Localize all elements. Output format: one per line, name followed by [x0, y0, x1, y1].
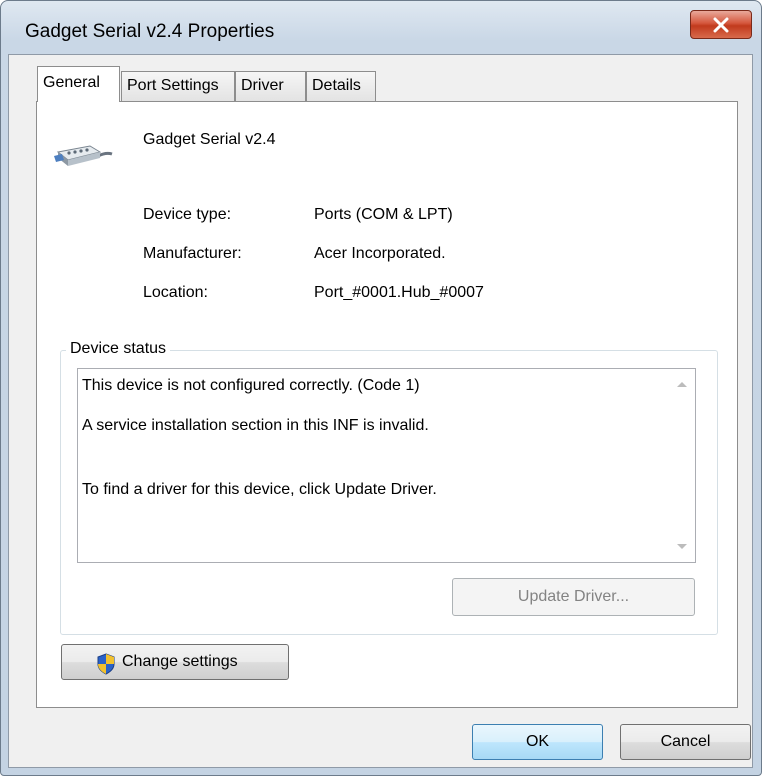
update-driver-label: Update Driver...: [517, 588, 630, 605]
device-type-value: Ports (COM & LPT): [314, 206, 453, 223]
tab-general-label: General: [43, 74, 100, 91]
status-line: This device is not configured correctly.…: [82, 377, 420, 394]
cancel-button[interactable]: Cancel: [620, 724, 751, 760]
tab-port-settings-label: Port Settings: [127, 77, 219, 94]
location-label: Location:: [143, 284, 208, 301]
change-settings-label: Change settings: [122, 653, 238, 670]
tab-port-settings[interactable]: Port Settings: [121, 71, 235, 101]
manufacturer-value: Acer Incorporated.: [314, 245, 446, 262]
scroll-up-icon[interactable]: [677, 382, 687, 387]
device-name: Gadget Serial v2.4: [143, 131, 276, 148]
location-value: Port_#0001.Hub_#0007: [314, 284, 484, 301]
scroll-down-icon[interactable]: [677, 544, 687, 549]
close-icon: [713, 17, 729, 32]
status-line: To find a driver for this device, click …: [82, 481, 437, 498]
update-driver-button[interactable]: Update Driver...: [452, 578, 695, 616]
device-type-label: Device type:: [143, 206, 232, 223]
tab-driver[interactable]: Driver: [235, 71, 306, 101]
ok-label: OK: [525, 733, 550, 750]
tab-general[interactable]: General: [37, 66, 120, 102]
ok-button[interactable]: OK: [472, 724, 603, 760]
uac-shield-icon: [97, 653, 115, 675]
tab-details[interactable]: Details: [306, 71, 376, 101]
window-title: Gadget Serial v2.4 Properties: [25, 21, 275, 42]
tab-details-label: Details: [312, 77, 361, 94]
tab-driver-label: Driver: [241, 77, 284, 94]
close-button[interactable]: [690, 10, 752, 39]
device-status-textbox[interactable]: This device is not configured correctly.…: [77, 368, 696, 563]
device-status-text: This device is not configured correctly.…: [82, 375, 662, 501]
manufacturer-label: Manufacturer:: [143, 245, 242, 262]
status-line: A service installation section in this I…: [82, 417, 429, 434]
change-settings-button[interactable]: Change settings: [61, 644, 289, 680]
serial-cable-icon: [54, 145, 113, 166]
cancel-label: Cancel: [660, 733, 711, 750]
device-status-label: Device status: [66, 340, 171, 358]
status-scrollbar[interactable]: [669, 369, 695, 562]
